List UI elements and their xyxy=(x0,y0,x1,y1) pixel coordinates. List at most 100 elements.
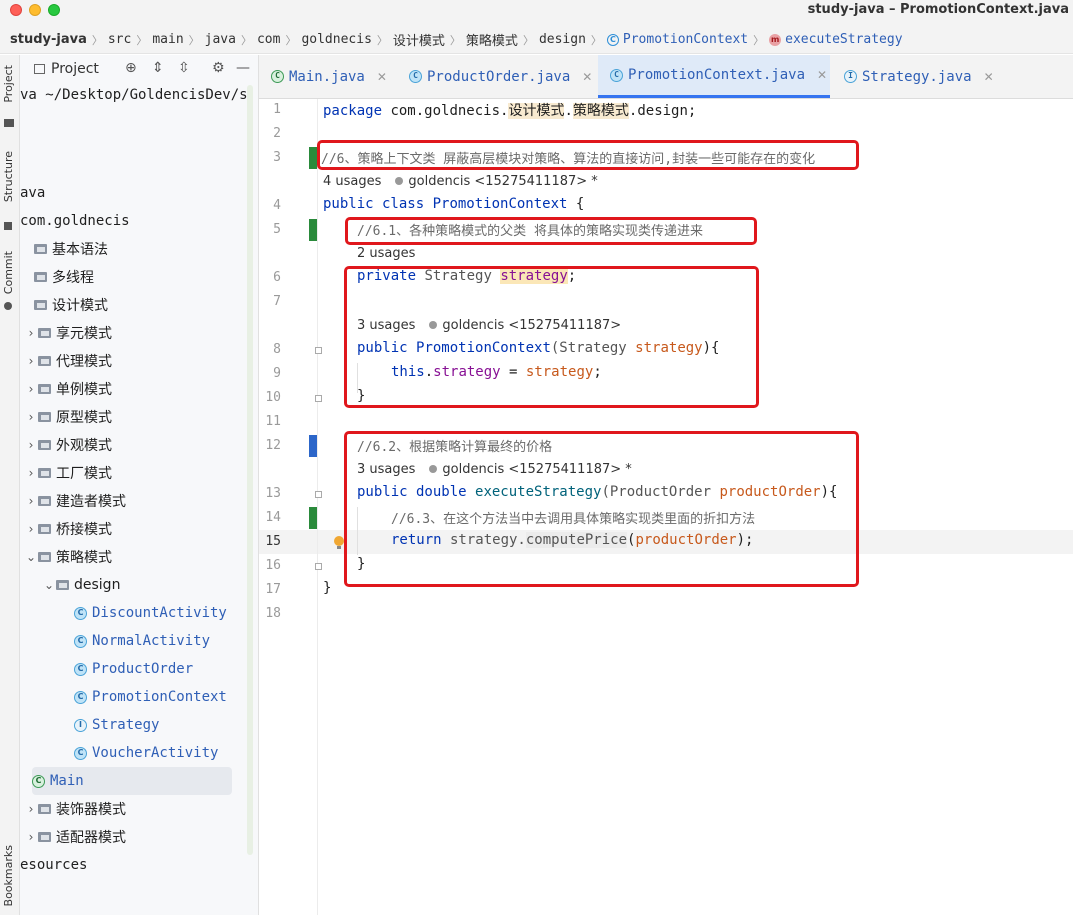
code-vision-hint[interactable]: 4 usages goldencis <15275411187> * xyxy=(323,174,598,189)
chevron-right-icon[interactable]: › xyxy=(24,494,38,508)
author[interactable]: goldencis <15275411187> * xyxy=(408,174,597,189)
vcs-added-marker[interactable] xyxy=(309,147,317,169)
tree-item[interactable]: › 工厂模式 xyxy=(24,459,112,487)
tree-item[interactable]: ava xyxy=(20,179,45,207)
expand-all-icon[interactable]: ⇕ xyxy=(152,60,164,76)
fold-icon[interactable] xyxy=(315,395,322,402)
line-number[interactable]: 14 xyxy=(259,510,281,525)
chevron-right-icon[interactable]: › xyxy=(24,802,38,816)
code-vision-hint[interactable]: 3 usages goldencis <15275411187> xyxy=(357,318,621,333)
line-number[interactable]: 11 xyxy=(259,414,281,429)
commit-tool-button[interactable]: Commit xyxy=(2,251,15,294)
chevron-down-icon[interactable]: ⌄ xyxy=(24,550,38,564)
breadcrumb-com[interactable]: com xyxy=(257,32,280,47)
breadcrumb-main[interactable]: main xyxy=(152,32,183,47)
maximize-window-button[interactable] xyxy=(48,4,60,16)
line-number[interactable]: 3 xyxy=(259,150,281,165)
tree-item[interactable]: C Main xyxy=(32,767,232,795)
vcs-added-marker[interactable] xyxy=(309,219,317,241)
close-window-button[interactable] xyxy=(10,4,22,16)
line-number[interactable]: 10 xyxy=(259,390,281,405)
tree-item[interactable]: C ProductOrder xyxy=(74,655,193,683)
tree-item[interactable]: C PromotionContext xyxy=(74,683,227,711)
tree-item[interactable]: C DiscountActivity xyxy=(74,599,227,627)
chevron-right-icon[interactable]: › xyxy=(24,522,38,536)
author[interactable]: goldencis <15275411187> xyxy=(442,318,621,333)
collapse-all-icon[interactable]: ⇳ xyxy=(178,60,190,76)
usages-count[interactable]: 2 usages xyxy=(357,246,415,261)
breadcrumb-java[interactable]: java xyxy=(205,32,236,47)
locate-icon[interactable]: ⊕ xyxy=(125,60,137,76)
line-number[interactable]: 17 xyxy=(259,582,281,597)
line-number[interactable]: 1 xyxy=(259,102,281,117)
tree-item[interactable]: 设计模式 xyxy=(20,291,108,319)
tree-item[interactable]: I Strategy xyxy=(74,711,159,739)
chevron-down-icon[interactable]: ⌄ xyxy=(42,578,56,592)
line-number[interactable]: 7 xyxy=(259,294,281,309)
project-scrollbar[interactable] xyxy=(247,85,253,855)
tab-main-java[interactable]: C Main.java ✕ xyxy=(259,55,397,98)
line-number[interactable]: 13 xyxy=(259,486,281,501)
close-tab-icon[interactable]: ✕ xyxy=(582,70,592,84)
tab-strategy-java[interactable]: I Strategy.java ✕ xyxy=(832,55,1002,98)
tree-item[interactable]: › 装饰器模式 xyxy=(24,795,126,823)
tree-item[interactable]: ⌄ 策略模式 xyxy=(24,543,112,571)
tree-item[interactable]: › 代理模式 xyxy=(24,347,112,375)
chevron-right-icon[interactable]: › xyxy=(24,410,38,424)
tree-item[interactable]: › 原型模式 xyxy=(24,403,112,431)
tree-item[interactable]: com.goldnecis xyxy=(20,207,130,235)
tab-promotioncontext-java[interactable]: C PromotionContext.java ✕ xyxy=(598,55,830,98)
usages-count[interactable]: 3 usages xyxy=(357,462,415,477)
vcs-added-marker[interactable] xyxy=(309,507,317,529)
structure-tool-button[interactable]: Structure xyxy=(2,151,15,202)
line-number[interactable]: 2 xyxy=(259,126,281,141)
code-editor[interactable]: 1 2 3 4 5 6 7 8 9 10 11 12 13 14 15 16 1… xyxy=(259,99,1073,915)
breadcrumb-project[interactable]: study-java xyxy=(10,32,87,47)
tree-item[interactable]: › 外观模式 xyxy=(24,431,112,459)
breadcrumb-design-patterns[interactable]: 设计模式 xyxy=(393,30,445,49)
tree-item[interactable]: › 建造者模式 xyxy=(24,487,126,515)
line-number[interactable]: 5 xyxy=(259,222,281,237)
line-number[interactable]: 16 xyxy=(259,558,281,573)
breadcrumb-strategy-pattern[interactable]: 策略模式 xyxy=(466,30,518,49)
close-tab-icon[interactable]: ✕ xyxy=(984,70,994,84)
gear-icon[interactable]: ⚙ xyxy=(212,60,225,76)
breadcrumb-src[interactable]: src xyxy=(108,32,131,47)
chevron-right-icon[interactable]: › xyxy=(24,438,38,452)
tree-item[interactable]: 基本语法 xyxy=(20,235,108,263)
chevron-right-icon[interactable]: › xyxy=(24,354,38,368)
project-root-path[interactable]: va ~/Desktop/GoldencisDev/s xyxy=(20,87,248,103)
tab-productorder-java[interactable]: C ProductOrder.java ✕ xyxy=(397,55,597,98)
usages-count[interactable]: 4 usages xyxy=(323,174,381,189)
close-tab-icon[interactable]: ✕ xyxy=(377,70,387,84)
usages-count[interactable]: 3 usages xyxy=(357,318,415,333)
chevron-right-icon[interactable]: › xyxy=(24,382,38,396)
code-vision-hint[interactable]: 2 usages xyxy=(357,246,415,261)
project-panel-title[interactable]: Project xyxy=(51,61,99,77)
tree-item[interactable]: › 享元模式 xyxy=(24,319,112,347)
tree-item[interactable]: › 适配器模式 xyxy=(24,823,126,851)
line-number[interactable]: 9 xyxy=(259,366,281,381)
tree-item[interactable]: › 桥接模式 xyxy=(24,515,112,543)
tree-item[interactable]: ⌄ design xyxy=(42,571,120,599)
tree-item[interactable]: esources xyxy=(20,851,87,879)
fold-icon[interactable] xyxy=(315,563,322,570)
tree-item[interactable]: C VoucherActivity xyxy=(74,739,218,767)
hide-panel-icon[interactable]: — xyxy=(236,60,250,76)
breadcrumb-method[interactable]: executeStrategy xyxy=(785,32,902,47)
chevron-right-icon[interactable]: › xyxy=(24,326,38,340)
line-number[interactable]: 18 xyxy=(259,606,281,621)
vcs-modified-marker[interactable] xyxy=(309,435,317,457)
lightbulb-icon[interactable] xyxy=(334,536,344,549)
line-number[interactable]: 6 xyxy=(259,270,281,285)
line-number[interactable]: 15 xyxy=(259,534,281,549)
line-number[interactable]: 12 xyxy=(259,438,281,453)
project-tool-button[interactable]: Project xyxy=(2,65,15,103)
author[interactable]: goldencis <15275411187> * xyxy=(442,462,631,477)
breadcrumb-design[interactable]: design xyxy=(539,32,586,47)
chevron-right-icon[interactable]: › xyxy=(24,466,38,480)
bookmarks-tool-button[interactable]: Bookmarks xyxy=(2,845,15,906)
breadcrumb-class[interactable]: PromotionContext xyxy=(623,32,748,47)
chevron-right-icon[interactable]: › xyxy=(24,830,38,844)
fold-icon[interactable] xyxy=(315,347,322,354)
